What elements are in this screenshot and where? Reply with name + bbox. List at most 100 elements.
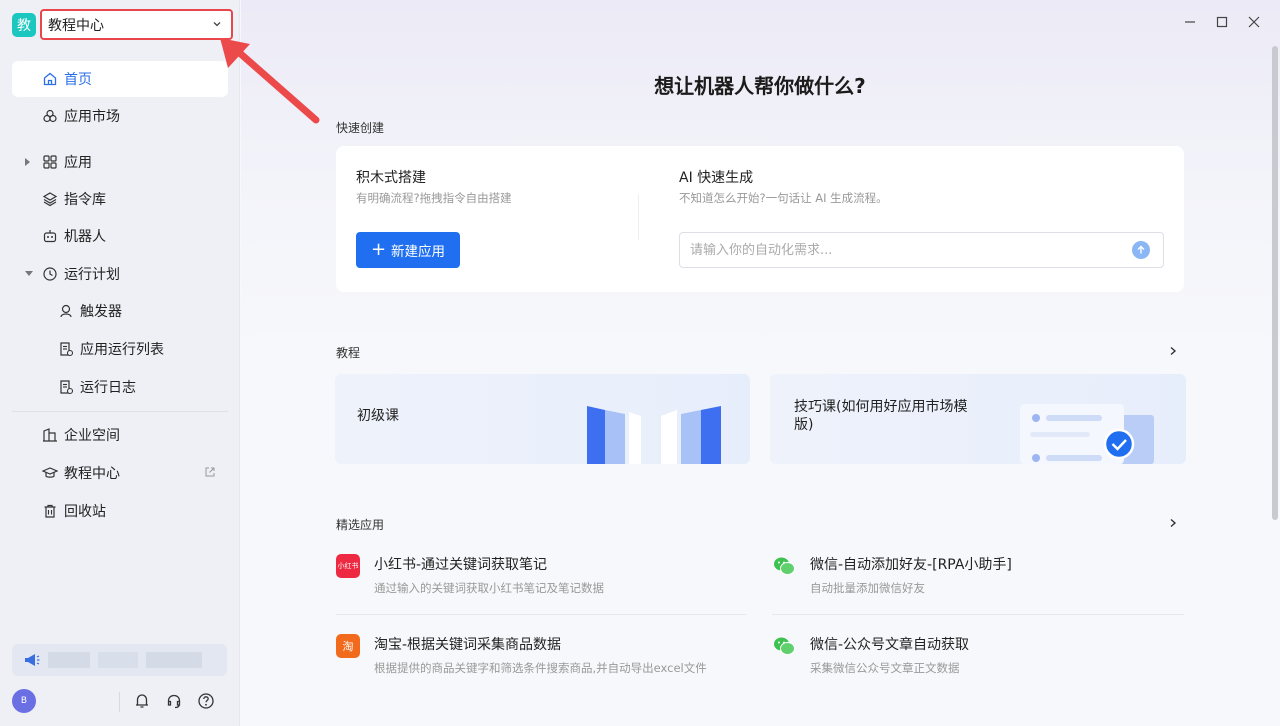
list-divider (772, 614, 1184, 615)
scrollbar[interactable] (1272, 46, 1278, 520)
workspace-name: 教程中心 (48, 17, 104, 34)
sidebar-item-robots[interactable]: 机器人 (12, 218, 228, 254)
announcement-bar[interactable] (12, 644, 227, 676)
ai-generate-title: AI 快速生成 (679, 170, 754, 186)
sidebar-item-label: 教程中心 (64, 466, 120, 482)
featured-apps-title: 精选应用 (336, 518, 385, 532)
book-illustration (587, 406, 721, 464)
app-market-icon (42, 108, 58, 124)
new-app-button[interactable]: + 新建应用 (356, 232, 460, 268)
layers-icon (42, 191, 58, 207)
sidebar-item-triggers[interactable]: 触发器 (12, 293, 228, 329)
sidebar-item-app-run-list[interactable]: 应用运行列表 (12, 331, 228, 367)
external-link-icon (205, 467, 215, 477)
list-doc-icon (58, 341, 74, 357)
quick-create-title: 快速创建 (336, 121, 385, 135)
tutorial-card-beginner[interactable]: 初级课 (335, 374, 750, 464)
wechat-icon (774, 637, 795, 655)
app-title: 微信-自动添加好友-[RPA小助手] (810, 557, 1012, 573)
new-app-button-label: 新建应用 (391, 244, 446, 260)
chevron-down-icon (213, 22, 221, 27)
sidebar-item-run-log[interactable]: 运行日志 (12, 369, 228, 405)
sidebar-item-command-library[interactable]: 指令库 (12, 181, 228, 217)
minimize-icon[interactable] (1182, 14, 1198, 30)
block-build-title: 积木式搭建 (356, 170, 426, 186)
sidebar-item-label: 企业空间 (64, 428, 120, 444)
featured-app-taobao[interactable]: 淘 淘宝-根据关键词采集商品数据 根据提供的商品关键字和筛选条件搜索商品,并自动… (336, 634, 746, 694)
sidebar-item-label: 运行日志 (80, 380, 136, 396)
taobao-icon: 淘 (336, 634, 360, 658)
sidebar-item-label: 应用运行列表 (80, 342, 164, 358)
headset-icon[interactable] (165, 692, 183, 710)
chevron-right-icon[interactable] (1168, 346, 1178, 356)
bell-icon[interactable] (133, 692, 151, 710)
caret-right-icon[interactable] (24, 157, 32, 167)
robot-icon (42, 228, 58, 244)
template-illustration (1020, 404, 1154, 464)
main-content (241, 0, 1280, 726)
featured-app-wechat-add-friends[interactable]: 微信-自动添加好友-[RPA小助手] 自动批量添加微信好友 (772, 554, 1182, 614)
sidebar-item-label: 回收站 (64, 504, 106, 520)
clock-icon (42, 266, 58, 282)
sidebar: 教 教程中心 首页 应用市场 应用 指令库 机器人 运行计划 触发器 应用运行列… (0, 0, 240, 726)
building-icon (42, 427, 58, 443)
annotation-arrow (220, 38, 320, 124)
trigger-icon (58, 303, 74, 319)
sidebar-divider (12, 411, 228, 412)
sidebar-item-label: 应用市场 (64, 109, 120, 125)
workspace-logo: 教 (12, 13, 36, 37)
sidebar-item-label: 指令库 (64, 192, 106, 208)
send-arrow-icon[interactable] (1132, 241, 1150, 259)
sidebar-item-label: 运行计划 (64, 267, 120, 283)
list-divider (336, 614, 746, 615)
ai-generate-subtitle: 不知道怎么开始?一句话让 AI 生成流程。 (679, 191, 888, 205)
chevron-right-icon[interactable] (1168, 518, 1178, 528)
app-description: 自动批量添加微信好友 (810, 581, 925, 595)
tutorials-title: 教程 (336, 346, 361, 360)
help-icon[interactable] (197, 692, 215, 710)
sidebar-item-app-market[interactable]: 应用市场 (12, 98, 228, 134)
ai-prompt-input[interactable] (679, 232, 1164, 268)
sidebar-item-tutorial-center[interactable]: 教程中心 (12, 455, 228, 491)
featured-app-xiaohongshu[interactable]: 小红书 小红书-通过关键词获取笔记 通过输入的关键词获取小红书笔记及笔记数据 (336, 554, 746, 614)
tutorial-card-tips[interactable]: 技巧课(如何用好应用市场模版) (770, 374, 1186, 464)
caret-down-icon[interactable] (24, 270, 34, 278)
close-icon[interactable] (1246, 14, 1262, 30)
avatar[interactable]: B (12, 689, 36, 713)
footer-divider (119, 692, 120, 712)
sidebar-item-apps[interactable]: 应用 (12, 144, 228, 180)
app-description: 采集微信公众号文章正文数据 (810, 661, 960, 675)
announcement-text-blurred (98, 652, 138, 668)
app-title: 淘宝-根据关键词采集商品数据 (374, 637, 562, 653)
app-title: 小红书-通过关键词获取笔记 (374, 557, 548, 573)
grid-icon (42, 154, 58, 170)
log-icon (58, 379, 74, 395)
sidebar-item-home[interactable]: 首页 (12, 61, 228, 97)
announcement-text-blurred (48, 652, 90, 668)
app-title: 微信-公众号文章自动获取 (810, 637, 970, 653)
tutorial-card-label: 技巧课(如何用好应用市场模版) (794, 399, 968, 433)
sidebar-item-label: 首页 (64, 72, 92, 88)
sidebar-item-label: 机器人 (64, 229, 106, 245)
sidebar-item-schedule[interactable]: 运行计划 (12, 256, 228, 292)
wechat-icon (774, 557, 795, 575)
app-description: 通过输入的关键词获取小红书笔记及笔记数据 (374, 581, 604, 595)
featured-app-wechat-articles[interactable]: 微信-公众号文章自动获取 采集微信公众号文章正文数据 (772, 634, 1182, 694)
plus-icon: + (370, 239, 387, 260)
sidebar-item-recycle-bin[interactable]: 回收站 (12, 493, 228, 529)
maximize-icon[interactable] (1214, 14, 1230, 30)
quick-create-card: 积木式搭建 有明确流程?拖拽指令自由搭建 + 新建应用 AI 快速生成 不知道怎… (336, 146, 1184, 292)
home-icon (42, 71, 58, 87)
app-description: 根据提供的商品关键字和筛选条件搜索商品,并自动导出excel文件 (374, 661, 707, 675)
workspace-selector[interactable]: 教程中心 (40, 9, 233, 40)
megaphone-icon (25, 654, 40, 666)
announcement-text-blurred (146, 652, 202, 668)
sidebar-item-label: 应用 (64, 155, 92, 171)
trash-icon (42, 503, 58, 519)
sidebar-item-label: 触发器 (80, 304, 122, 320)
tutorial-card-label: 初级课 (357, 408, 399, 424)
block-build-subtitle: 有明确流程?拖拽指令自由搭建 (356, 191, 512, 205)
sidebar-item-enterprise[interactable]: 企业空间 (12, 417, 228, 453)
card-divider (638, 194, 639, 240)
xiaohongshu-icon: 小红书 (336, 554, 360, 578)
